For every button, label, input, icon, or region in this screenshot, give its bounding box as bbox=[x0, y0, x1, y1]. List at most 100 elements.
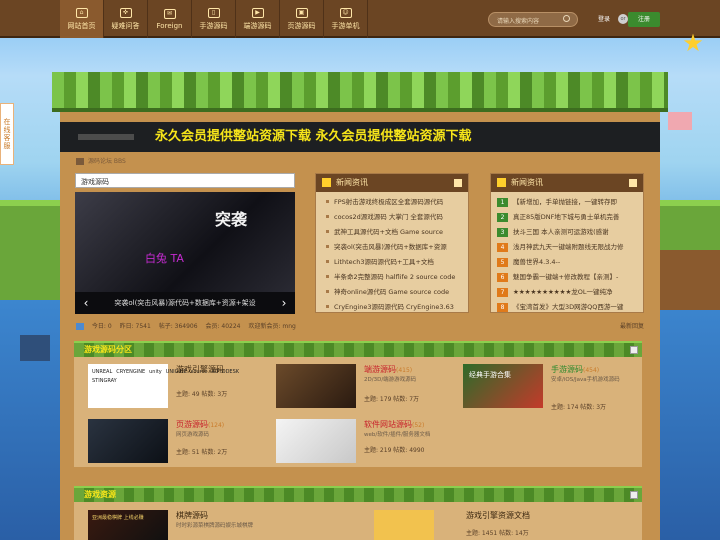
news-item-text[interactable]: Lithtech3源码源代码+工具+文档 bbox=[334, 258, 434, 266]
ranked-news-item[interactable]: 8 《宝湾首发》大型3D网游QQ西游一键 bbox=[497, 300, 637, 315]
news-item-text[interactable]: 【新增加，手单抛链接，一键转存即 bbox=[513, 198, 617, 206]
forum-client[interactable]: 端游源码(415) 2D/3D/端游游戏源码 主题: 179 帖数: 7万 bbox=[276, 362, 456, 412]
forum-thumb[interactable] bbox=[276, 364, 356, 408]
news-list: FPS射击游戏终极成区全套源码源代码 cocos2d源戏源码 大掌门 全套源代码武… bbox=[316, 192, 468, 318]
latest-reply-link[interactable]: 最新回复 bbox=[620, 321, 644, 330]
ranked-news-item[interactable]: 3 扶斗三国 本人亲测可运游戏(感谢 bbox=[497, 225, 637, 240]
register-button[interactable]: 注册 bbox=[628, 12, 660, 27]
forum-thumb[interactable] bbox=[276, 419, 356, 463]
bullet-icon bbox=[326, 215, 329, 218]
news-item-text[interactable]: 浅月神武九天一键端附题线无限战力修 bbox=[513, 243, 624, 251]
forum-name-text[interactable]: 端游源码 bbox=[364, 365, 396, 374]
ranked-news-item[interactable]: 4 浅月神武九天一键端附题线无限战力修 bbox=[497, 240, 637, 255]
phone-icon: ▯ bbox=[207, 7, 220, 18]
more-icon[interactable] bbox=[454, 179, 462, 187]
nav-label: 页游源码 bbox=[287, 21, 316, 30]
section-header-source[interactable]: 游戏源码分区 bbox=[74, 341, 642, 357]
engine-logos-thumb[interactable]: UNREAL CRYENGINE unity UNIGINE source AUTODES… bbox=[88, 364, 239, 408]
forum-name[interactable]: 软件网站源码(52) bbox=[364, 419, 424, 430]
forum-name[interactable]: 游戏引擎源码 bbox=[176, 364, 224, 375]
more-icon[interactable] bbox=[629, 179, 637, 187]
image-slider[interactable]: 突袭 白兔 TA 突袭ol(突击风暴)源代码+数据库+资源+架设 ‹ › bbox=[75, 192, 295, 314]
news-item-text[interactable]: CryEngine3源码源代码 CryEngine3.63 bbox=[334, 303, 454, 311]
nav-item-2[interactable]: ✉ Foreign bbox=[148, 0, 192, 38]
news-item-text[interactable]: 神奇online源代码 Game source code bbox=[334, 288, 449, 296]
news-item[interactable]: cocos2d源戏源码 大掌门 全套源代码 bbox=[322, 210, 462, 225]
home-icon[interactable] bbox=[76, 158, 84, 165]
news-item-text[interactable]: 魔兽世界4.3.4-- bbox=[513, 258, 560, 266]
nav-item-0[interactable]: ⌂ 网站首页 bbox=[60, 0, 104, 38]
slider-image[interactable]: 突袭 白兔 TA bbox=[75, 192, 295, 292]
breadcrumb-text[interactable]: 源码论坛 BBS bbox=[88, 158, 126, 165]
forum-name[interactable]: 页游源码(124) bbox=[176, 419, 224, 430]
star-icon[interactable]: ★ bbox=[680, 30, 706, 56]
forum-mobile[interactable]: 经典手游合集 手游源码(454) 安卓/iOS/Java手机游戏源码 主题: 1… bbox=[463, 362, 643, 412]
stat-members: 会员: 40224 bbox=[205, 323, 241, 330]
stat-welcome[interactable]: 欢迎新会员: mng bbox=[248, 323, 295, 330]
ranked-news-item[interactable]: 7 ★★★★★★★★★★龙OL一键纯净 bbox=[497, 285, 637, 300]
forum-count: (52) bbox=[412, 422, 425, 429]
rank-badge: 4 bbox=[497, 242, 508, 252]
forum-name[interactable]: 端游源码(415) bbox=[364, 364, 412, 375]
nav-item-4[interactable]: ▶ 端游源码 bbox=[236, 0, 280, 38]
forum-software[interactable]: 软件网站源码(52) web/软件/插件/服务器文档 主题: 219 帖数: 4… bbox=[276, 417, 456, 467]
slider-caption[interactable]: 突袭ol(突击风暴)源代码+数据库+资源+架设 bbox=[75, 292, 295, 314]
collapse-icon[interactable] bbox=[630, 346, 638, 354]
ranked-news-item[interactable]: 2 真正85版DNF地下城与勇士单机完善 bbox=[497, 210, 637, 225]
news-item[interactable]: 神奇online源代码 Game source code bbox=[322, 285, 462, 300]
forum-stats: 今日: 0 昨日: 7541 帖子: 364906 会员: 40224 欢迎新会… bbox=[76, 321, 646, 330]
news-item-text[interactable]: cocos2d源戏源码 大掌门 全套源代码 bbox=[334, 213, 443, 221]
ranked-news-item[interactable]: 6 魅国争霸一键端+修改教程【亲测】- bbox=[497, 270, 637, 285]
forum-name[interactable]: 棋牌源码 bbox=[176, 510, 208, 521]
nav-item-5[interactable]: ▣ 页游源码 bbox=[280, 0, 324, 38]
forum-engine[interactable]: UNREAL CRYENGINE unity UNIGINE source AUTODES… bbox=[88, 362, 268, 412]
bullet-icon bbox=[326, 290, 329, 293]
news-item-text[interactable]: 魅国争霸一键端+修改教程【亲测】- bbox=[513, 273, 618, 281]
news-item-text[interactable]: 半条命2完整源码 halflife 2 source code bbox=[334, 273, 455, 281]
section-header-resources[interactable]: 游戏资源 bbox=[74, 486, 642, 502]
stats-icon bbox=[76, 323, 84, 330]
forum-thumb[interactable] bbox=[88, 419, 168, 463]
collapse-icon[interactable] bbox=[630, 491, 638, 499]
slider-next-button[interactable]: › bbox=[277, 292, 291, 314]
news-item-text[interactable]: 真正85版DNF地下城与勇士单机完善 bbox=[513, 213, 619, 221]
forum-name-text[interactable]: 软件网站源码 bbox=[364, 420, 412, 429]
forum-thumb[interactable]: 亚洲最稳棋牌 上线必赚 bbox=[88, 510, 168, 540]
news-item-text[interactable]: 武神工具源代码+文档 Game source bbox=[334, 228, 443, 236]
forum-web[interactable]: 页游源码(124) 网页游戏源码 主题: 51 帖数: 2万 bbox=[88, 417, 268, 467]
nav-item-3[interactable]: ▯ 手游源码 bbox=[192, 0, 236, 38]
slider-prev-button[interactable]: ‹ bbox=[79, 292, 93, 314]
forum-name[interactable]: 手游源码(454) bbox=[551, 364, 599, 375]
news-item-text[interactable]: 突袭ol(突击风暴)源代码+数据库+资源 bbox=[334, 243, 447, 251]
forum-engine-docs[interactable]: 游戏引擎资源文档 主题: 1451 帖数: 14万 bbox=[374, 508, 554, 540]
forum-thumb[interactable]: 经典手游合集 bbox=[463, 364, 543, 408]
nav-item-6[interactable]: ☺ 手游单机 bbox=[324, 0, 368, 38]
forum-name[interactable]: 游戏引擎资源文档 bbox=[466, 510, 530, 521]
forum-chess[interactable]: 亚洲最稳棋牌 上线必赚 棋牌源码 时时彩源菜棋牌源码娱乐城棋牌 bbox=[88, 508, 268, 540]
news-item[interactable]: 半条命2完整源码 halflife 2 source code bbox=[322, 270, 462, 285]
news-item-text[interactable]: FPS射击游戏终极成区全套源码源代码 bbox=[334, 198, 443, 206]
folder-icon[interactable] bbox=[374, 510, 434, 540]
bullet-icon bbox=[326, 245, 329, 248]
news-item-text[interactable]: 扶斗三国 本人亲测可运游戏(感谢 bbox=[513, 228, 609, 236]
news-item[interactable]: 突袭ol(突击风暴)源代码+数据库+资源 bbox=[322, 240, 462, 255]
news-item-text[interactable]: 《宝湾首发》大型3D网游QQ西游一键 bbox=[513, 303, 623, 311]
slider-title[interactable]: 游戏源码 bbox=[75, 173, 295, 188]
forum-name-text[interactable]: 手游源码 bbox=[551, 365, 583, 374]
nav-item-1[interactable]: ✜ 疑难问答 bbox=[104, 0, 148, 38]
ranked-news-item[interactable]: 5 魔兽世界4.3.4-- bbox=[497, 255, 637, 270]
news-item[interactable]: 武神工具源代码+文档 Game source bbox=[322, 225, 462, 240]
thumb-text: 亚洲最稳棋牌 上线必赚 bbox=[92, 515, 144, 521]
news-item[interactable]: Lithtech3源码源代码+工具+文档 bbox=[322, 255, 462, 270]
login-button[interactable]: 登录 bbox=[590, 12, 618, 27]
news-item[interactable]: FPS射击游戏终极成区全套源码源代码 bbox=[322, 195, 462, 210]
news-item[interactable]: CryEngine3源码源代码 CryEngine3.63 bbox=[322, 300, 462, 315]
ranked-news-item[interactable]: 1 【新增加，手单抛链接，一键转存即 bbox=[497, 195, 637, 210]
promo-banner[interactable]: 永久会员提供整站资源下载 永久会员提供整站资源下载 bbox=[60, 122, 660, 152]
news-item-text[interactable]: ★★★★★★★★★★龙OL一键纯净 bbox=[513, 288, 613, 296]
creeper-block bbox=[20, 335, 50, 361]
forum-name-text[interactable]: 页游源码 bbox=[176, 420, 208, 429]
nav-label: 网站首页 bbox=[67, 21, 96, 30]
search-icon[interactable] bbox=[563, 15, 570, 22]
online-service-tab[interactable]: 在线客服 bbox=[0, 103, 14, 165]
